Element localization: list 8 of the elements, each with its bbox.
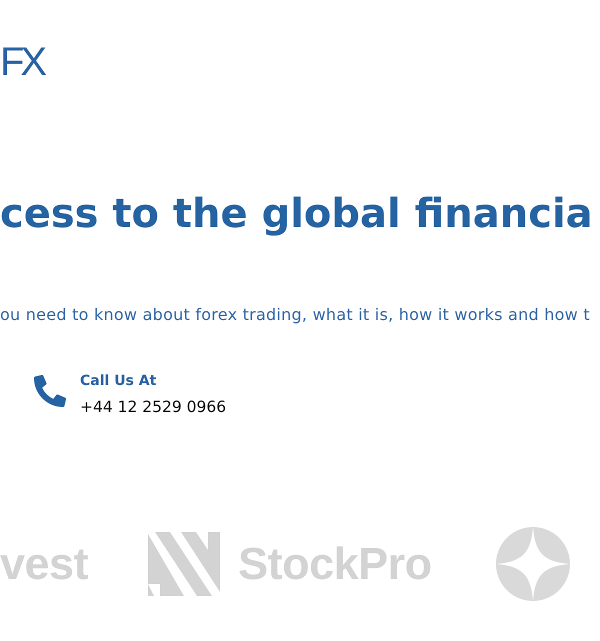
- logo-text[interactable]: FX: [0, 40, 48, 84]
- call-label: Call Us At: [80, 372, 158, 391]
- star-circle-logo-icon: [496, 526, 570, 600]
- hero-subtitle: ou need to know about forex trading, what it is, how it works and how t: [0, 304, 590, 326]
- stripes-logo-icon: [148, 532, 220, 596]
- hero-heading: cess to the global financia: [0, 190, 593, 239]
- phone-icon: [34, 375, 66, 407]
- phone-number: +44 12 2529 0966: [80, 397, 226, 418]
